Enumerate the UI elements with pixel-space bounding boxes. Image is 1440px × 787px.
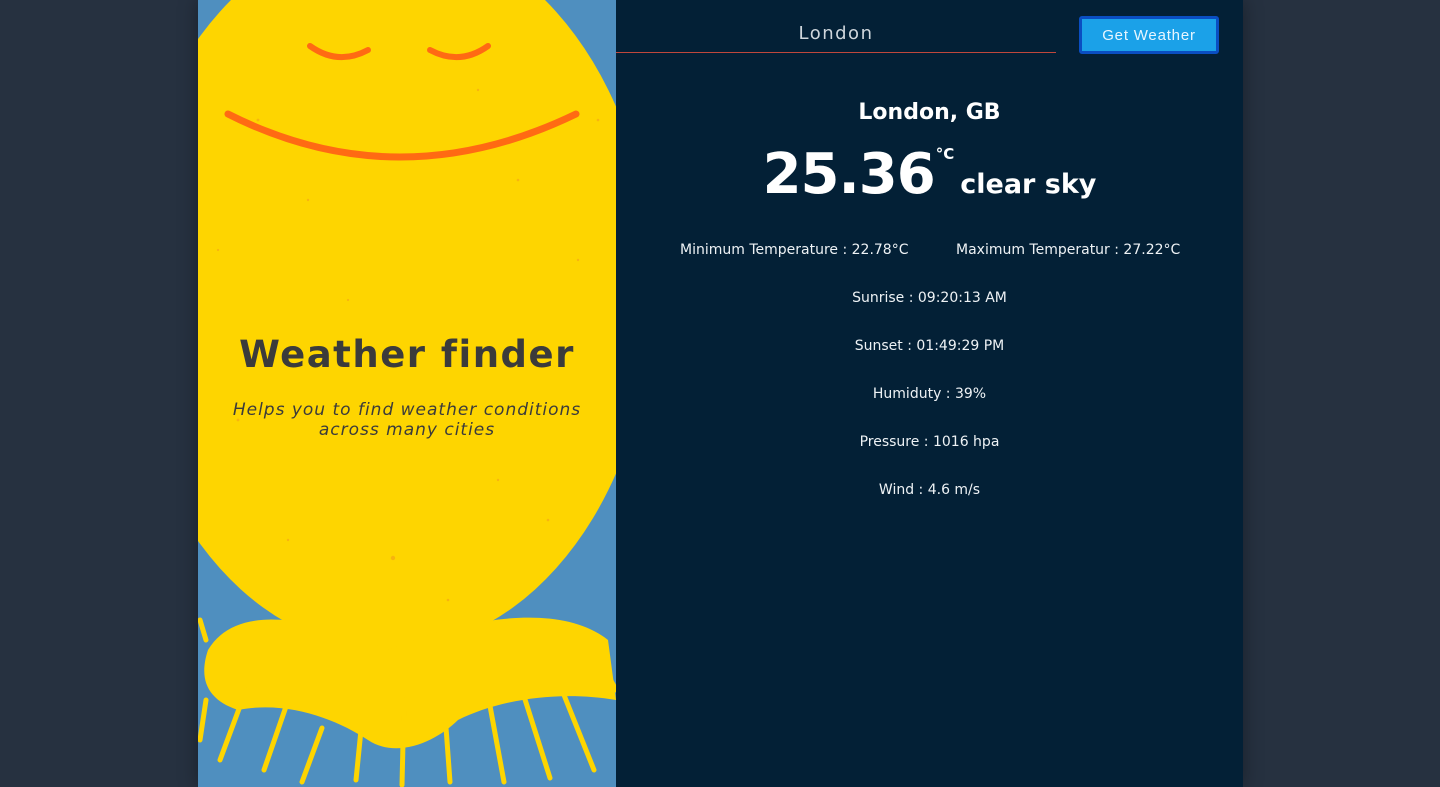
humidity-detail: Humiduty : 39% <box>872 386 987 402</box>
max-temperature: Maximum Temperatur : 27.22°C <box>956 242 1181 258</box>
current-conditions: 25.36°C clear sky <box>616 142 1243 207</box>
brand-block: Weather finder Helps you to find weather… <box>198 333 616 440</box>
pressure-detail: Pressure : 1016 hpa <box>859 434 1000 450</box>
weather-condition: clear sky <box>960 169 1097 200</box>
temperature-value: 25.36 <box>762 142 936 207</box>
wind-detail: Wind : 4.6 m/s <box>878 482 981 498</box>
app-title: Weather finder <box>239 333 575 376</box>
min-temperature: Minimum Temperature : 22.78°C <box>680 242 909 258</box>
search-bar: Get Weather <box>616 14 1243 54</box>
get-weather-button[interactable]: Get Weather <box>1079 16 1219 54</box>
sunset-detail: Sunset : 01:49:29 PM <box>854 338 1005 354</box>
location-title: London, GB <box>858 100 1001 125</box>
temperature-unit: °C <box>935 145 955 163</box>
sunrise-detail: Sunrise : 09:20:13 AM <box>852 290 1007 306</box>
hero-panel: Weather finder Helps you to find weather… <box>198 0 616 787</box>
city-input[interactable] <box>616 14 1056 53</box>
weather-panel: Get Weather London, GB 25.36°Cclear sky … <box>616 0 1243 787</box>
app-tagline: Helps you to find weather conditions acr… <box>232 400 582 440</box>
weather-app: Weather finder Helps you to find weather… <box>198 0 1243 787</box>
